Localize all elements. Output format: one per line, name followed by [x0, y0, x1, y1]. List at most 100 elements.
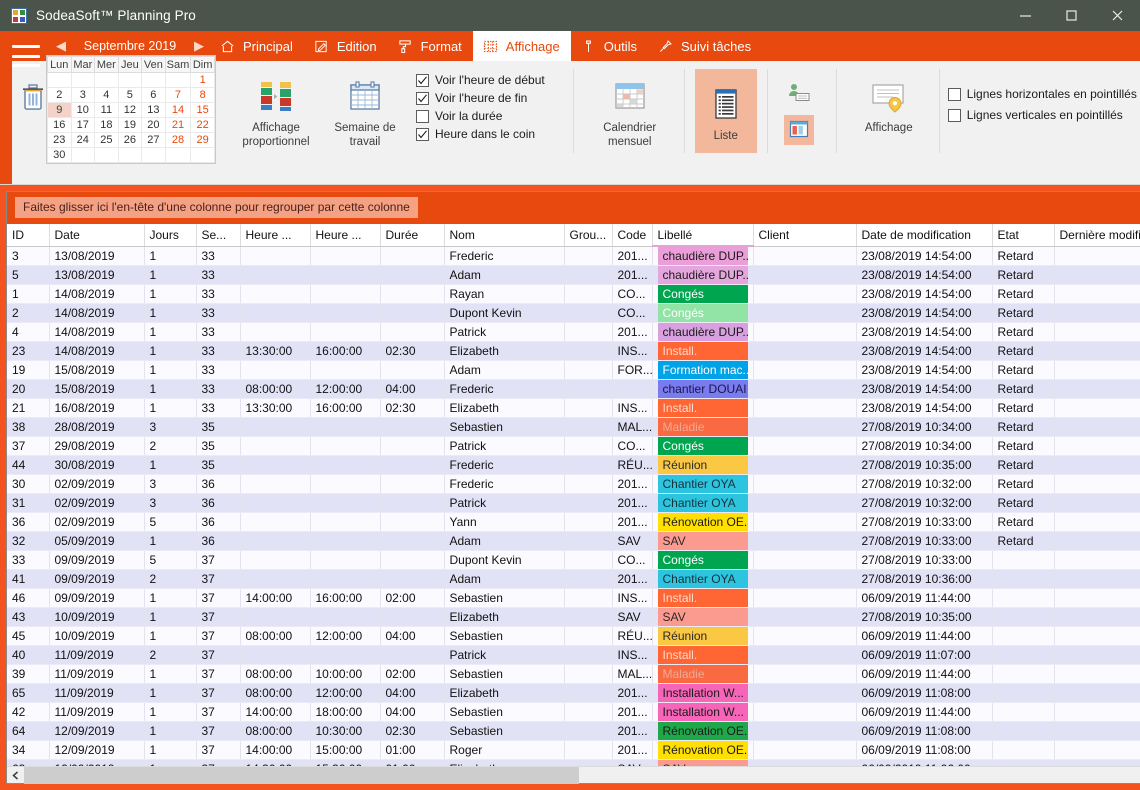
calendar-day-cell[interactable]: 1: [190, 72, 215, 88]
table-row[interactable]: 20 15/08/2019 1 33 08:00:00 12:00:00 04:00 Fred…: [7, 379, 1140, 399]
column-header-id[interactable]: ID: [7, 224, 50, 247]
column-header-code[interactable]: Code: [612, 224, 653, 247]
calendar-day-cell[interactable]: 15: [190, 102, 215, 118]
calendar-day-cell[interactable]: 2: [47, 87, 72, 103]
liste-button[interactable]: Liste: [694, 69, 757, 153]
column-header-grou[interactable]: Grou...: [564, 224, 613, 247]
horizontal-scroll-thumb[interactable]: [24, 766, 580, 784]
table-row[interactable]: 36 02/09/2019 5 36 Yann 201... Rénovation OE..…: [7, 512, 1140, 532]
checkbox-lignes-verticales[interactable]: Lignes verticales en pointillés: [947, 108, 1137, 122]
calendar-day-cell[interactable]: 25: [94, 132, 119, 148]
calendar-day-cell[interactable]: 12: [117, 102, 143, 118]
calendar-day-cell[interactable]: 9: [47, 102, 72, 118]
table-row[interactable]: 45 10/09/2019 1 37 08:00:00 12:00:00 04:00 Seba…: [7, 626, 1140, 646]
table-row[interactable]: 65 11/09/2019 1 37 08:00:00 12:00:00 04:00 Eliz…: [7, 683, 1140, 703]
table-row[interactable]: 38 28/08/2019 3 35 Sebastien MAL... Maladie 27/…: [7, 417, 1140, 437]
column-header-heure2[interactable]: Heure ...: [310, 224, 381, 247]
calendar-day-cell[interactable]: 30: [47, 147, 72, 163]
horizontal-scrollbar[interactable]: [7, 766, 1140, 784]
table-row[interactable]: 19 15/08/2019 1 33 Adam FOR... Formation mac..…: [7, 360, 1140, 380]
table-row[interactable]: 6312/09/201913714:30:0015:30:0001:00Eliz…: [7, 759, 1140, 766]
affichage-proportionnel-button[interactable]: Affichage proportionnel: [230, 61, 322, 149]
calendar-day-cell[interactable]: 11: [94, 102, 119, 118]
table-row[interactable]: 37 29/08/2019 2 35 Patrick CO... Congés 27/08/2…: [7, 436, 1140, 456]
table-row[interactable]: 43 10/09/2019 1 37 Elizabeth SAV SAV 27/08/2019…: [7, 607, 1140, 627]
table-row[interactable]: 40 11/09/2019 2 37 Patrick INS... Install. 06/0…: [7, 645, 1140, 665]
table-row[interactable]: 33 09/09/2019 5 37 Dupont Kevin CO... Congés 27…: [7, 550, 1140, 570]
column-header-jours[interactable]: Jours: [144, 224, 197, 247]
column-header-client[interactable]: Client: [753, 224, 857, 247]
tab-edition[interactable]: Edition: [304, 31, 388, 61]
column-header-nom[interactable]: Nom: [444, 224, 565, 247]
calendar-day-cell[interactable]: 14: [164, 102, 192, 118]
menu-hamburger-button[interactable]: [12, 45, 40, 67]
calendar-day-cell[interactable]: 29: [190, 132, 215, 148]
calendar-day-cell[interactable]: 17: [70, 117, 96, 133]
scroll-left-button[interactable]: [7, 767, 24, 784]
checkbox-voir-heure-fin[interactable]: Voir l'heure de fin: [416, 91, 545, 105]
table-row[interactable]: 5 13/08/2019 1 33 Adam 201... chaudière DUP...…: [7, 265, 1140, 285]
table-row[interactable]: 32 05/09/2019 1 36 Adam SAV SAV 27/08/2019 10:3…: [7, 531, 1140, 551]
column-header-libelle[interactable]: Libellé: [652, 224, 754, 247]
calendar-day-cell[interactable]: 28: [164, 132, 192, 148]
calendar-day-cell[interactable]: 16: [47, 117, 72, 133]
table-row[interactable]: 3 13/08/2019 1 33 Frederic 201... chaudière DU…: [7, 246, 1140, 266]
affichage-button[interactable]: Affichage: [841, 61, 937, 135]
checkbox-voir-duree[interactable]: Voir la durée: [416, 109, 545, 123]
tab-principal[interactable]: Principal: [210, 31, 304, 61]
table-row[interactable]: 46 09/09/2019 1 37 14:00:00 16:00:00 02:00 Seba…: [7, 588, 1140, 608]
checkbox-lignes-horizontales[interactable]: Lignes horizontales en pointillés: [947, 87, 1137, 101]
table-row[interactable]: 64 12/09/2019 1 37 08:00:00 10:30:00 02:30 Seba…: [7, 721, 1140, 741]
column-header-datemod[interactable]: Date de modification: [856, 224, 993, 247]
table-row[interactable]: 4 14/08/2019 1 33 Patrick 201... chaudière DUP…: [7, 322, 1140, 342]
calendar-day-cell[interactable]: 21: [164, 117, 192, 133]
table-row[interactable]: 42 11/09/2019 1 37 14:00:00 18:00:00 04:00 Seba…: [7, 702, 1140, 722]
calendar-day-cell[interactable]: 23: [47, 132, 72, 148]
calendar-day-cell[interactable]: 19: [117, 117, 143, 133]
table-row[interactable]: 34 12/09/2019 1 37 14:00:00 15:00:00 01:00 Roge…: [7, 740, 1140, 760]
column-header-duree[interactable]: Durée: [380, 224, 445, 247]
calendar-day-cell[interactable]: 8: [190, 87, 215, 103]
tab-suivi-taches[interactable]: Suivi tâches: [648, 31, 762, 61]
calendar-day-cell[interactable]: 22: [190, 117, 215, 133]
calendar-day-cell[interactable]: 27: [141, 132, 166, 148]
table-row[interactable]: 31 02/09/2019 3 36 Patrick 201... Chantier OYA…: [7, 493, 1140, 513]
calendar-day-cell[interactable]: 6: [141, 87, 166, 103]
table-row[interactable]: 2 14/08/2019 1 33 Dupont Kevin CO... Congés 23/…: [7, 303, 1140, 323]
semaine-de-travail-button[interactable]: Semaine de travail: [322, 61, 408, 149]
table-row[interactable]: 41 09/09/2019 2 37 Adam 201... Chantier OYA 27/…: [7, 569, 1140, 589]
prev-month-button[interactable]: ◀: [50, 38, 72, 54]
maximize-button[interactable]: [1048, 0, 1094, 31]
contact-card-button[interactable]: [784, 79, 814, 109]
table-row[interactable]: 39 11/09/2019 1 37 08:00:00 10:00:00 02:00 Seba…: [7, 664, 1140, 684]
group-by-drop-area[interactable]: Faites glisser ici l'en-tête d'une colon…: [7, 192, 1140, 224]
calendrier-mensuel-button[interactable]: Calendrier mensuel: [584, 61, 676, 149]
calendar-day-cell[interactable]: 3: [70, 87, 96, 103]
column-header-se[interactable]: Se...: [196, 224, 241, 247]
calendar-day-cell[interactable]: 4: [94, 87, 119, 103]
horizontal-scroll-track[interactable]: [24, 766, 1140, 784]
next-month-button[interactable]: ▶: [188, 38, 210, 54]
calendar-day-cell[interactable]: 24: [70, 132, 96, 148]
table-row[interactable]: 1 14/08/2019 1 33 Rayan CO... Congés 23/08/2019…: [7, 284, 1140, 304]
column-header-derniere[interactable]: Dernière modificat...: [1054, 224, 1140, 247]
calendar-day-cell[interactable]: 13: [141, 102, 166, 118]
tab-affichage[interactable]: Affichage: [472, 31, 571, 61]
table-row[interactable]: 30 02/09/2019 3 36 Frederic 201... Chantier OY…: [7, 474, 1140, 494]
close-button[interactable]: [1094, 0, 1140, 31]
column-header-heure1[interactable]: Heure ...: [240, 224, 311, 247]
table-row[interactable]: 23 14/08/2019 1 33 13:30:00 16:00:00 02:30 Eliz…: [7, 341, 1140, 361]
calendar-day-cell[interactable]: 20: [141, 117, 166, 133]
columns-view-button[interactable]: [783, 115, 814, 145]
calendar-day-cell[interactable]: 5: [117, 87, 143, 103]
calendar-day-cell[interactable]: 26: [117, 132, 143, 148]
table-row[interactable]: 21 16/08/2019 1 33 13:30:00 16:00:00 02:30 Eliz…: [7, 398, 1140, 418]
tab-outils[interactable]: Outils: [571, 31, 648, 61]
calendar-day-cell[interactable]: 7: [164, 87, 192, 103]
minimize-button[interactable]: [1002, 0, 1048, 31]
checkbox-voir-heure-debut[interactable]: Voir l'heure de début: [416, 73, 545, 87]
mini-calendar[interactable]: Lun Mar Mer Jeu Ven Sam Dim 1 2 3 4 5 6 7 8 9 10 1…: [46, 55, 216, 164]
table-row[interactable]: 44 30/08/2019 1 35 Frederic RÉU... Réunion 27/0…: [7, 455, 1140, 475]
column-header-etat[interactable]: Etat: [992, 224, 1055, 247]
calendar-day-cell[interactable]: 10: [70, 102, 96, 118]
